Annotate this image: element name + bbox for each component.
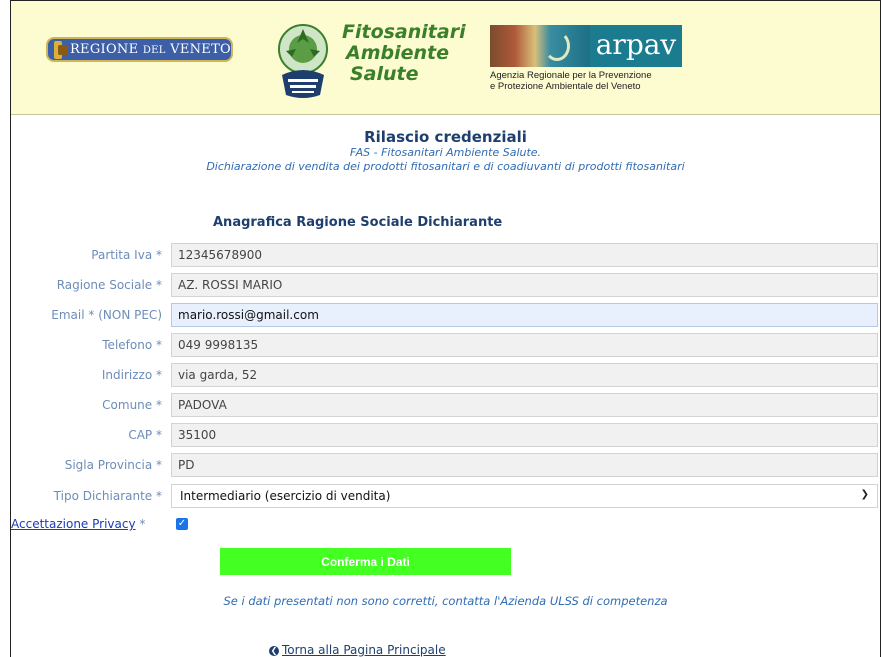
fas-emblem-icon <box>278 24 328 98</box>
arpav-logo[interactable]: arpav <box>490 25 682 67</box>
field-row-sigla-provincia: Sigla Provincia * PD <box>11 453 880 477</box>
telefono-input[interactable]: 049 9998135 <box>171 333 878 357</box>
privacy-checkbox[interactable]: ✓ <box>176 518 188 530</box>
back-to-main-link[interactable]: Torna alla Pagina Principale <box>282 643 446 657</box>
field-row-cap: CAP * 35100 <box>11 423 880 447</box>
chevron-down-icon: ❯ <box>860 489 869 500</box>
privacy-label: Accettazione Privacy * <box>11 517 146 531</box>
field-label: Sigla Provincia * <box>64 458 162 472</box>
tipo-dichiarante-select[interactable]: Intermediario (esercizio di vendita) ❯ <box>171 484 878 508</box>
field-row-email: Email * (NON PEC) mario.rossi@gmail.com <box>11 303 880 327</box>
indirizzo-input[interactable]: via garda, 52 <box>171 363 878 387</box>
page-header: REGIONE DEL VENETO Fitosanitari Ambiente… <box>11 1 880 115</box>
field-label: Ragione Sociale * <box>56 278 162 292</box>
title-block: Rilascio credenziali FAS - Fitosanitari … <box>11 128 880 174</box>
privacy-link[interactable]: Accettazione Privacy <box>11 517 136 531</box>
footer-note: Se i dati presentati non sono corretti, … <box>223 594 668 608</box>
cap-input[interactable]: 35100 <box>171 423 878 447</box>
page-description: Dichiarazione di vendita dei prodotti fi… <box>206 160 685 173</box>
field-label: Partita Iva * <box>91 248 162 262</box>
field-row-comune: Comune * PADOVA <box>11 393 880 417</box>
section-title: Anagrafica Ragione Sociale Dichiarante <box>213 215 503 230</box>
arpav-description: Agenzia Regionale per la Prevenzione e P… <box>490 70 652 92</box>
arrow-left-circle-icon: ❮ <box>269 646 279 656</box>
select-value: Intermediario (esercizio di vendita) <box>180 489 391 503</box>
field-row-indirizzo: Indirizzo * via garda, 52 <box>11 363 880 387</box>
fas-logo-text: Fitosanitari Ambiente Salute <box>342 21 466 85</box>
wave-icon <box>544 31 570 61</box>
field-row-partita-iva: Partita Iva * 12345678900 <box>11 243 880 267</box>
regione-veneto-logo[interactable]: REGIONE DEL VENETO <box>46 37 233 62</box>
conferma-dati-button[interactable]: Conferma i Dati <box>220 548 511 575</box>
field-label: CAP * <box>128 428 162 442</box>
sigla-provincia-input[interactable]: PD <box>171 453 878 477</box>
page-title: Rilascio credenziali <box>364 128 527 146</box>
field-label: Telefono * <box>102 338 162 352</box>
field-label: Indirizzo * <box>101 368 162 382</box>
field-row-telefono: Telefono * 049 9998135 <box>11 333 880 357</box>
arpav-name: arpav <box>590 25 682 67</box>
partita-iva-input[interactable]: 12345678900 <box>171 243 878 267</box>
lion-of-st-mark-icon <box>54 40 68 59</box>
arpav-photo <box>490 25 590 67</box>
ragione-sociale-input[interactable]: AZ. ROSSI MARIO <box>171 273 878 297</box>
regione-veneto-text: REGIONE DEL VENETO <box>69 42 231 57</box>
field-label: Email * (NON PEC) <box>51 308 162 322</box>
field-label: Comune * <box>102 398 162 412</box>
field-row-ragione-sociale: Ragione Sociale * AZ. ROSSI MARIO <box>11 273 880 297</box>
field-label: Tipo Dichiarante * <box>53 489 162 503</box>
back-link-container: ❮ Torna alla Pagina Principale <box>269 643 446 657</box>
email-input[interactable]: mario.rossi@gmail.com <box>171 303 878 327</box>
page-subtitle: FAS - Fitosanitari Ambiente Salute. <box>349 146 542 159</box>
comune-input[interactable]: PADOVA <box>171 393 878 417</box>
field-row-tipo-dichiarante: Tipo Dichiarante * Intermediario (eserci… <box>11 484 880 508</box>
